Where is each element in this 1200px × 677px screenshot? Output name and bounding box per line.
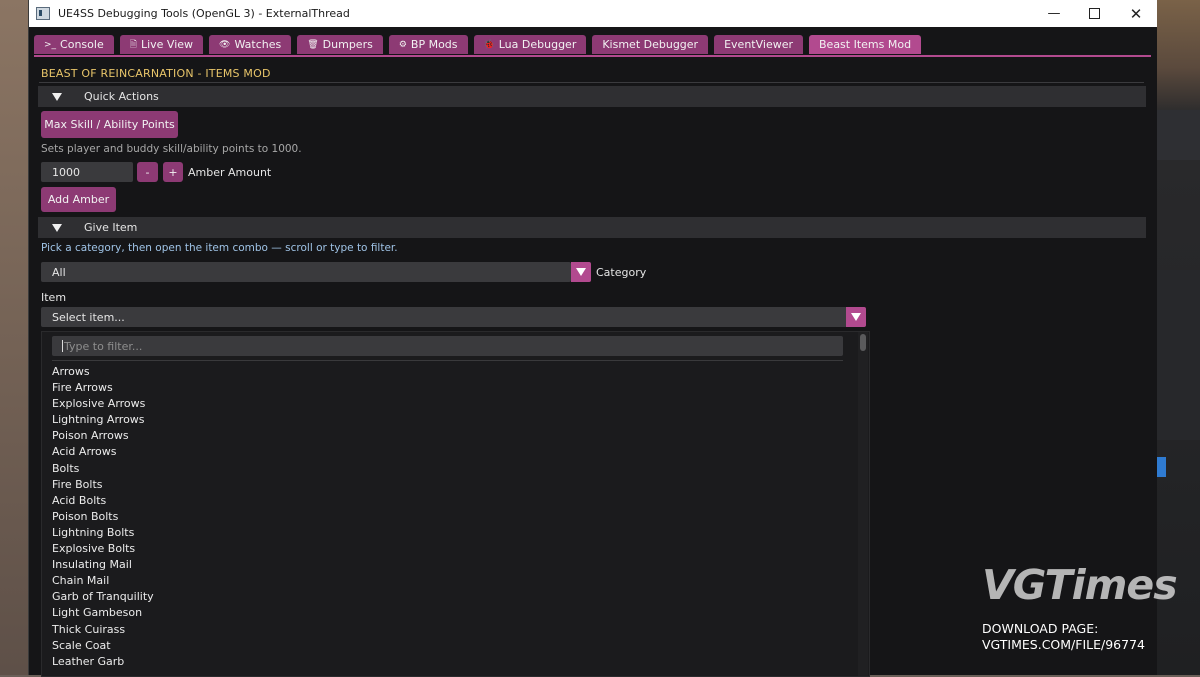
minimize-icon: — (1047, 6, 1061, 21)
list-item[interactable]: Arrows (52, 364, 842, 380)
watermark-logo: VGTimes (982, 561, 1178, 609)
filter-placeholder: Type to filter... (64, 339, 143, 353)
item-dropdown-button[interactable] (846, 307, 866, 327)
background-panel (1156, 270, 1200, 440)
list-item[interactable]: Lightning Bolts (52, 525, 842, 541)
list-item[interactable]: Thick Cuirass (52, 622, 842, 638)
tab-label: EventViewer (724, 38, 793, 51)
background-accent (1156, 457, 1166, 477)
title-divider (39, 82, 1144, 83)
text-caret (62, 340, 63, 352)
item-filter-input[interactable]: Type to filter... (52, 336, 843, 356)
tab-bp-mods[interactable]: ⚙ BP Mods (388, 35, 468, 54)
popup-divider (52, 360, 843, 361)
section-label: Quick Actions (84, 90, 159, 103)
eye-icon: 👁 (219, 39, 231, 50)
list-item[interactable]: Fire Bolts (52, 477, 842, 493)
tab-label: BP Mods (410, 38, 458, 51)
list-item[interactable]: Acid Bolts (52, 493, 842, 509)
list-item[interactable]: Acid Arrows (52, 444, 842, 460)
tab-label: Beast Items Mod (819, 38, 912, 51)
maximize-icon (1088, 8, 1100, 19)
list-item[interactable]: Explosive Arrows (52, 396, 842, 412)
max-skill-points-button[interactable]: Max Skill / Ability Points (41, 111, 178, 138)
list-item[interactable]: Chain Mail (52, 573, 842, 589)
title-bar[interactable]: UE4SS Debugging Tools (OpenGL 3) - Exter… (29, 0, 1157, 27)
close-button[interactable]: ✕ (1116, 0, 1156, 27)
list-item[interactable]: Leather Garb (52, 654, 842, 670)
list-item[interactable]: Scale Coat (52, 638, 842, 654)
category-combo[interactable]: All (41, 262, 571, 282)
list-item[interactable]: Bolts (52, 461, 842, 477)
give-item-hint: Pick a category, then open the item comb… (41, 242, 398, 254)
give-item-header[interactable]: Give Item (38, 217, 1146, 238)
amber-amount-label: Amber Amount (188, 166, 272, 179)
amber-decrement-button[interactable]: - (137, 162, 158, 182)
item-label: Item (41, 291, 67, 304)
list-item[interactable]: Explosive Bolts (52, 541, 842, 557)
tab-dumpers[interactable]: 🗑 Dumpers (297, 35, 383, 54)
quick-actions-header[interactable]: Quick Actions (38, 86, 1146, 107)
tab-label: Console (60, 38, 104, 51)
category-dropdown-button[interactable] (571, 262, 591, 282)
item-combo[interactable]: Select item... (41, 307, 847, 327)
watermark-line1: DOWNLOAD PAGE: (982, 621, 1099, 636)
app-icon (36, 7, 50, 20)
minimize-button[interactable]: — (1034, 0, 1074, 27)
list-item[interactable]: Poison Arrows (52, 428, 842, 444)
collapse-arrow-icon (52, 92, 62, 101)
item-list-scrollbar[interactable] (858, 332, 868, 676)
tab-beast-items-mod[interactable]: Beast Items Mod (809, 35, 922, 54)
tab-eventviewer[interactable]: EventViewer (714, 35, 803, 54)
background-panel (1156, 110, 1200, 160)
list-item[interactable]: Fire Arrows (52, 380, 842, 396)
tab-label: Watches (234, 38, 282, 51)
tab-console[interactable]: >_ Console (34, 35, 114, 54)
bug-icon: 🐞 (483, 39, 495, 50)
amber-increment-button[interactable]: + (163, 162, 183, 182)
window-title: UE4SS Debugging Tools (OpenGL 3) - Exter… (58, 7, 350, 20)
document-icon: 🗎 (129, 39, 137, 50)
terminal-icon: >_ (44, 39, 57, 50)
collapse-arrow-icon (52, 223, 62, 232)
watermark-line2: VGTIMES.COM/FILE/96774 (982, 637, 1145, 652)
section-label: Give Item (84, 221, 138, 234)
max-skill-hint: Sets player and buddy skill/ability poin… (41, 143, 302, 155)
maximize-button[interactable] (1074, 0, 1114, 27)
item-list: Arrows Fire Arrows Explosive Arrows Lightni… (52, 364, 842, 670)
add-amber-button[interactable]: Add Amber (41, 187, 116, 212)
scrollbar-thumb[interactable] (860, 334, 866, 351)
chevron-down-icon (576, 268, 586, 276)
list-item[interactable]: Insulating Mail (52, 557, 842, 573)
trash-icon: 🗑 (307, 39, 319, 50)
tab-label: Lua Debugger (498, 38, 577, 51)
item-dropdown-popup: Type to filter... Arrows Fire Arrows Explo… (41, 331, 870, 677)
close-icon: ✕ (1129, 4, 1143, 23)
tab-lua-debugger[interactable]: 🐞 Lua Debugger (473, 35, 587, 54)
category-label: Category (596, 266, 647, 279)
tab-kismet-debugger[interactable]: Kismet Debugger (592, 35, 709, 54)
chevron-down-icon (851, 313, 861, 321)
list-item[interactable]: Garb of Tranquility (52, 589, 842, 605)
tab-live-view[interactable]: 🗎 Live View (119, 35, 204, 54)
blueprint-icon: ⚙ (398, 39, 407, 50)
tab-watches[interactable]: 👁 Watches (209, 35, 292, 54)
tab-label: Live View (140, 38, 194, 51)
amber-amount-input[interactable]: 1000 (41, 162, 133, 182)
mod-title: BEAST OF REINCARNATION - ITEMS MOD (41, 67, 271, 80)
tab-label: Kismet Debugger (602, 38, 699, 51)
list-item[interactable]: Lightning Arrows (52, 412, 842, 428)
tab-label: Dumpers (322, 38, 373, 51)
list-item[interactable]: Poison Bolts (52, 509, 842, 525)
tab-bar: >_ Console 🗎 Live View 👁 Watches 🗑 Dumpers ⚙ BP M… (34, 35, 927, 56)
list-item[interactable]: Light Gambeson (52, 605, 842, 621)
